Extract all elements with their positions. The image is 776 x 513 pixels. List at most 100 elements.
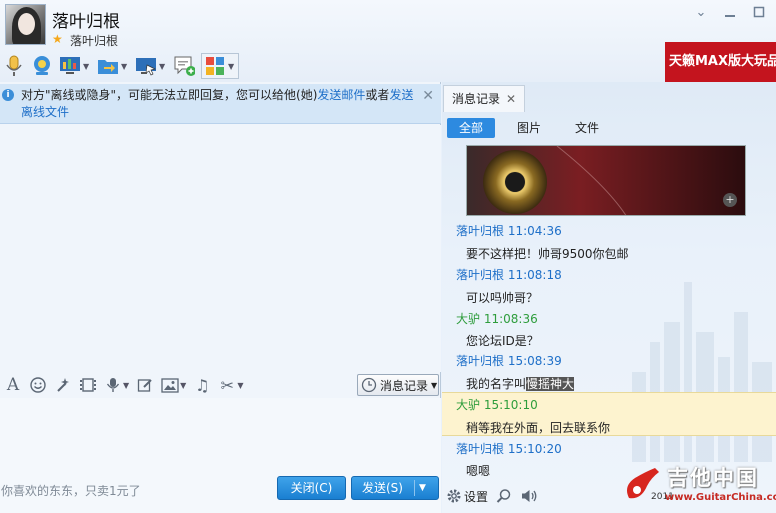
chevron-down-icon[interactable]: ▼ — [237, 381, 243, 390]
font-icon[interactable]: A — [4, 375, 22, 395]
message-history-panel: 消息记录 ✕ 全部 图片 文件 + 落叶归根 11:04:36 要不这样把！帅哥… — [442, 82, 776, 513]
message-text-prefix: 我的名字叫 — [466, 377, 527, 391]
filter-images[interactable]: 图片 — [505, 118, 553, 138]
info-icon: i — [2, 89, 14, 101]
chevron-down-icon[interactable]: ▼ — [228, 62, 236, 71]
new-message-button[interactable] — [173, 53, 195, 79]
history-filter-tabs: 全部 图片 文件 — [447, 118, 621, 138]
contact-name[interactable]: 落叶归根 — [52, 7, 120, 32]
settings-label: 设置 — [464, 489, 489, 504]
message-time: 15:10:10 — [483, 398, 538, 412]
offline-notice: i 对方"离线或隐身"，可能无法立即回复，您可以给他(她)发送邮件或者发送离线文… — [0, 84, 441, 124]
file-transfer-button[interactable]: ▼ — [97, 53, 129, 79]
selected-text[interactable]: 慢摇神大 — [526, 377, 575, 391]
screen-share-button[interactable]: ▼ — [59, 53, 91, 79]
chevron-down-icon[interactable]: ▼ — [419, 477, 426, 499]
speaker-icon[interactable] — [520, 488, 538, 504]
sender-name[interactable]: 落叶归根 — [456, 224, 504, 238]
message-header: 大驴 15:10:10 — [456, 396, 538, 413]
video-clip-icon[interactable] — [79, 376, 97, 394]
message-text: 要不这样把！帅哥9500你包邮 — [466, 247, 629, 261]
search-icon[interactable] — [496, 488, 512, 504]
promo-hint[interactable]: 你喜欢的东东，只卖1元了 — [1, 482, 141, 499]
chat-window-header: 落叶归根 ★ 落叶归根 ⌄ ▼ ▼ ▼ ▼ 天籁MAX版大玩品 — [0, 0, 776, 82]
voice-message-icon[interactable] — [104, 376, 122, 394]
chevron-down-icon[interactable]: ▼ — [83, 62, 91, 71]
message-header: 落叶归根 11:08:18 — [456, 266, 562, 283]
add-message-icon — [173, 55, 195, 77]
chevron-down-icon[interactable]: ▼ — [121, 62, 129, 71]
maximize-icon[interactable] — [752, 6, 766, 20]
history-button-label: 消息记录 — [380, 378, 429, 393]
message-time: 15:08:39 — [507, 354, 562, 368]
scissors-icon[interactable]: ✂ — [218, 376, 236, 395]
contact-avatar[interactable] — [5, 4, 46, 45]
watermark-url: www.GuitarChina.com — [665, 492, 776, 503]
message-time: 11:08:36 — [483, 312, 538, 326]
send-label: 发送(S) — [362, 481, 403, 495]
sender-name[interactable]: 大驴 — [456, 312, 480, 326]
gear-icon — [447, 489, 461, 503]
apps-button[interactable]: ▼ — [201, 53, 239, 79]
message-header: 落叶归根 11:04:36 — [456, 222, 562, 239]
video-call-button[interactable] — [31, 53, 53, 79]
message-text: 稍等我在外面，回去联系你 — [466, 421, 611, 435]
clock-icon — [361, 377, 377, 393]
chevron-down-icon[interactable]: ▼ — [123, 381, 129, 390]
message-header: 大驴 11:08:36 — [456, 310, 538, 327]
chevron-down-icon: ▼ — [431, 380, 438, 390]
sender-name[interactable]: 落叶归根 — [456, 268, 504, 282]
contact-signature: 落叶归根 — [70, 34, 119, 48]
star-icon: ★ — [52, 32, 63, 46]
filter-files[interactable]: 文件 — [563, 118, 611, 138]
message-display-area[interactable] — [0, 125, 441, 372]
tab-label: 消息记录 — [452, 92, 501, 106]
watermark-text: 吉他中国 — [667, 466, 759, 490]
notice-prefix: 对方"离线或隐身"，可能无法立即回复，您可以给他(她) — [21, 88, 318, 102]
sender-name[interactable]: 落叶归根 — [456, 354, 504, 368]
site-watermark: 吉他中国 2011 www.GuitarChina.com — [621, 462, 776, 513]
filter-all[interactable]: 全部 — [447, 118, 496, 138]
chevron-down-icon[interactable]: ▼ — [180, 381, 186, 390]
remote-assist-button[interactable]: ▼ — [135, 53, 167, 79]
microphone-icon — [3, 55, 25, 77]
message-history-button[interactable]: 消息记录 ▼ — [357, 374, 439, 396]
edit-icon[interactable] — [136, 376, 154, 394]
zoom-in-icon[interactable]: + — [723, 193, 737, 207]
message-text: 可以吗帅哥？ — [466, 291, 539, 305]
close-icon[interactable]: ✕ — [506, 86, 516, 112]
chevron-down-icon[interactable]: ⌄ — [694, 6, 708, 20]
close-icon[interactable]: ✕ — [422, 88, 434, 104]
image-icon[interactable] — [161, 376, 179, 394]
chat-compose-pane: i 对方"离线或隐身"，可能无法立即回复，您可以给他(她)发送邮件或者发送离线文… — [0, 82, 441, 513]
message-time: 15:10:20 — [507, 442, 562, 456]
file-transfer-icon — [97, 55, 119, 77]
message-time: 11:08:18 — [507, 268, 562, 282]
chevron-down-icon[interactable]: ▼ — [159, 62, 167, 71]
ad-banner[interactable]: 天籁MAX版大玩品 — [665, 42, 776, 82]
main-toolbar: ▼ ▼ ▼ ▼ — [0, 52, 245, 80]
sender-name[interactable]: 大驴 — [456, 398, 480, 412]
message-text: 我的名字叫慢摇神大 — [466, 375, 575, 392]
music-icon[interactable]: ♫ — [193, 376, 211, 395]
notice-middle: 或者 — [365, 88, 390, 102]
shared-image-thumbnail[interactable]: + — [466, 145, 746, 216]
voice-call-button[interactable] — [3, 53, 25, 79]
tab-message-history[interactable]: 消息记录 ✕ — [443, 85, 525, 112]
minimize-icon[interactable] — [723, 6, 737, 20]
remote-assist-icon — [135, 55, 157, 77]
settings-button[interactable]: 设置 — [446, 488, 488, 505]
screen-share-icon — [59, 55, 81, 77]
emoji-icon[interactable] — [29, 376, 47, 394]
send-email-link[interactable]: 发送邮件 — [317, 88, 365, 102]
send-button[interactable]: 发送(S) ▼ — [351, 476, 439, 500]
message-header: 落叶归根 15:10:20 — [456, 440, 562, 457]
apps-grid-icon — [204, 55, 226, 77]
magic-wand-icon[interactable] — [54, 376, 72, 394]
history-tab-strip: 消息记录 ✕ — [442, 85, 776, 112]
notice-text: 对方"离线或隐身"，可能无法立即回复，您可以给他(她)发送邮件或者发送离线文件 — [21, 87, 416, 121]
sender-name[interactable]: 落叶归根 — [456, 442, 504, 456]
message-time: 11:04:36 — [507, 224, 562, 238]
video-camera-icon — [31, 55, 53, 77]
close-button[interactable]: 关闭(C) — [277, 476, 346, 500]
